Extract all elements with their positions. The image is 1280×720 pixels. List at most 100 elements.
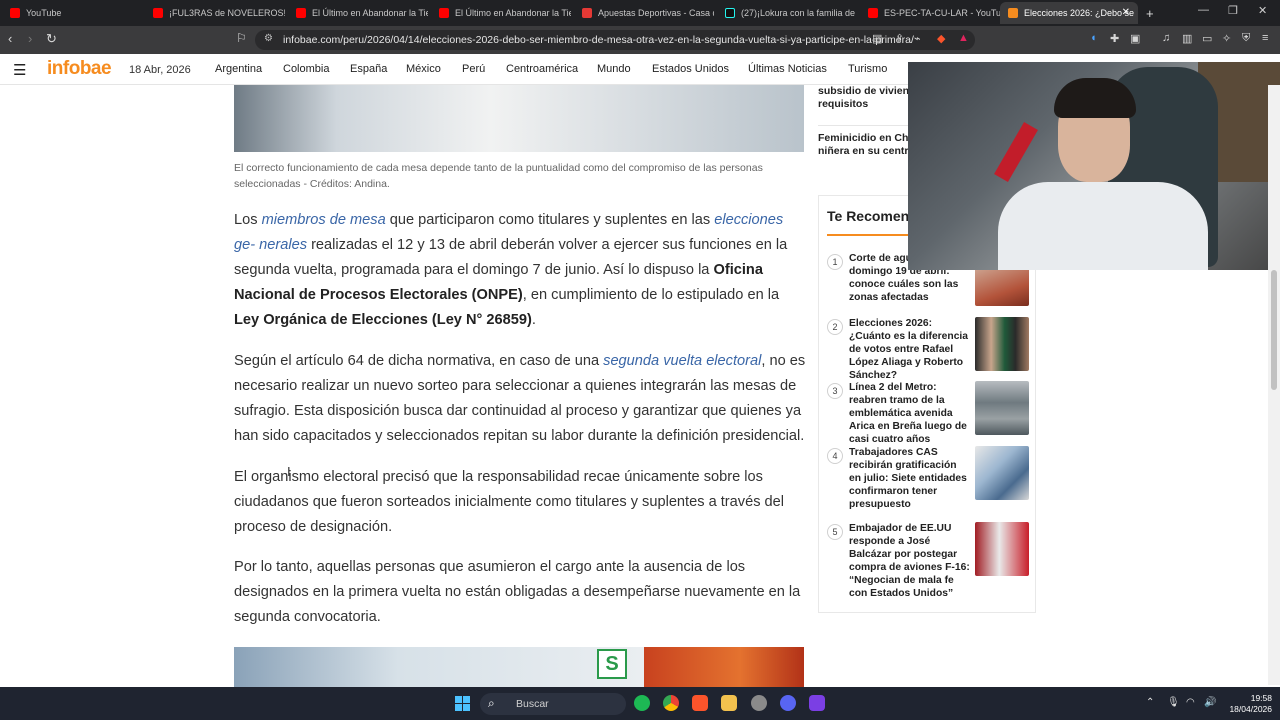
wallet-icon[interactable]: ▭ <box>1202 32 1212 45</box>
nav-peru[interactable]: Perú <box>462 63 485 75</box>
microphone-icon[interactable]: 🎙 <box>1167 697 1180 708</box>
tray-chevron-icon[interactable]: ⌃ <box>1146 697 1154 708</box>
nav-mundo[interactable]: Mundo <box>597 63 631 75</box>
recommendation-2[interactable]: 2 Elecciones 2026: ¿Cuánto es la diferen… <box>827 317 1031 381</box>
sidebar-item-feminicidio[interactable]: Feminicidio en Chi niñera en su centro <box>818 132 918 158</box>
restore-icon[interactable]: ❐ <box>1228 4 1238 17</box>
file-explorer-icon[interactable] <box>721 695 737 711</box>
spotify-icon[interactable] <box>634 695 650 711</box>
site-info-icon[interactable]: ⚙ <box>264 33 273 44</box>
brave-rewards-icon[interactable]: ▲ <box>958 32 969 44</box>
chrome-icon[interactable] <box>663 695 679 711</box>
recommendation-thumbnail[interactable] <box>975 381 1029 435</box>
recommendation-title[interactable]: Embajador de EE.UU responde a José Balcá… <box>849 522 971 600</box>
leo-ai-icon[interactable]: ✧ <box>1222 32 1231 45</box>
rank-badge: 5 <box>827 524 843 540</box>
tab-tiktok[interactable]: (27)¡Lokura con la familia de A <box>717 2 857 24</box>
app-grid-icon[interactable] <box>809 695 825 711</box>
forward-icon[interactable]: › <box>28 31 32 46</box>
browser-tab-strip: YouTube ¡FUL3RAS de NOVELEROS! El Último… <box>0 0 1280 26</box>
recommendations-title: Te Recomen <box>827 208 910 224</box>
nav-estados-unidos[interactable]: Estados Unidos <box>652 63 729 75</box>
youtube-icon <box>868 8 878 18</box>
speech-icon[interactable]: ◖ <box>1090 32 1097 44</box>
obs-icon[interactable] <box>751 695 767 711</box>
screenshot-icon[interactable]: ▣ <box>1130 32 1140 45</box>
minimize-icon[interactable]: — <box>1198 4 1209 16</box>
article-image-2: S <box>234 647 804 687</box>
bookmark-icon[interactable]: ⚐ <box>236 31 247 45</box>
extensions-icon[interactable]: ✚ <box>1110 32 1119 45</box>
tab-ultimo-1[interactable]: El Último en Abandonar la Tie <box>288 2 428 24</box>
close-tab-icon[interactable]: ✕ <box>1122 7 1130 18</box>
nav-turismo[interactable]: Turismo <box>848 63 887 75</box>
tiktok-icon <box>725 8 735 18</box>
close-window-icon[interactable]: ✕ <box>1258 4 1267 17</box>
url-bar[interactable]: ⚙ infobae.com/peru/2026/04/14/elecciones… <box>255 30 975 50</box>
vpn-icon[interactable]: ⛨ <box>1242 32 1250 45</box>
tab-fulteras[interactable]: ¡FUL3RAS de NOVELEROS! <box>145 2 285 24</box>
youtube-icon <box>296 8 306 18</box>
webcam-overlay <box>908 62 1280 270</box>
recommendation-title[interactable]: Elecciones 2026: ¿Cuánto es la diferenci… <box>849 317 971 382</box>
microphone <box>994 122 1038 182</box>
title-underline <box>827 234 917 236</box>
recommendation-4[interactable]: 4 Trabajadores CAS recibirán gratificaci… <box>827 446 1031 510</box>
scrollbar-thumb[interactable] <box>1271 270 1277 390</box>
hamburger-menu-icon[interactable]: ☰ <box>13 61 26 79</box>
nav-mexico[interactable]: México <box>406 63 441 75</box>
new-tab-button[interactable]: + <box>1142 2 1162 24</box>
rss-icon[interactable]: ⌁ <box>914 32 921 45</box>
address-toolbar: ‹ › ↻ ⚐ ⚙ infobae.com/peru/2026/04/14/el… <box>0 26 1280 54</box>
infobae-icon <box>1008 8 1018 18</box>
back-icon[interactable]: ‹ <box>8 31 12 46</box>
rank-badge: 3 <box>827 383 843 399</box>
article-paragraph-4: Por lo tanto, aquellas personas que asum… <box>234 559 801 625</box>
sidebar-item-subsidio[interactable]: subsidio de vivien requisitos <box>818 85 918 111</box>
link-segunda-vuelta[interactable]: segunda vuelta electoral <box>603 353 761 369</box>
recommendation-3[interactable]: 3 Línea 2 del Metro: reabren tramo de la… <box>827 381 1031 445</box>
rank-badge: 2 <box>827 319 843 335</box>
share-icon[interactable]: ⇪ <box>895 32 904 45</box>
reload-icon[interactable]: ↻ <box>46 31 57 47</box>
windows-start-icon[interactable] <box>455 696 470 711</box>
tab-apuestas[interactable]: Apuestas Deportivas - Casa de <box>574 2 714 24</box>
brave-icon[interactable] <box>692 695 708 711</box>
brave-shields-icon[interactable]: ◆ <box>937 32 945 45</box>
tab-ultimo-2[interactable]: El Último en Abandonar la Tie <box>431 2 571 24</box>
nav-colombia[interactable]: Colombia <box>283 63 329 75</box>
infobae-logo[interactable]: infobae <box>47 58 112 80</box>
nav-argentina[interactable]: Argentina <box>215 63 262 75</box>
reader-icon[interactable]: ▤ <box>872 32 882 45</box>
media-icon[interactable]: ♫ <box>1162 32 1170 44</box>
menu-icon[interactable]: ≡ <box>1262 32 1268 44</box>
recommendation-title[interactable]: Línea 2 del Metro: reabren tramo de la e… <box>849 381 971 446</box>
volume-icon[interactable]: 🔊 <box>1204 697 1216 708</box>
recommendation-thumbnail[interactable] <box>975 522 1029 576</box>
article-paragraph-2: Según el artículo 64 de dicha normativa,… <box>234 353 806 444</box>
sidebar-top-list: subsidio de vivien requisitos Feminicidi… <box>818 85 918 175</box>
article-image <box>234 85 804 152</box>
nav-centroamerica[interactable]: Centroamérica <box>506 63 578 75</box>
wifi-icon[interactable]: ◠ <box>1186 697 1195 708</box>
tab-youtube[interactable]: YouTube <box>2 2 142 24</box>
tab-infobae-active[interactable]: Elecciones 2026: ¿Debo se ✕ <box>1000 2 1138 24</box>
recommendation-5[interactable]: 5 Embajador de EE.UU responde a José Bal… <box>827 522 1031 599</box>
rank-badge: 4 <box>827 448 843 464</box>
sidebar-icon[interactable]: ▥ <box>1182 32 1192 45</box>
link-miembros-de-mesa[interactable]: miembros de mesa <box>262 212 386 228</box>
system-clock[interactable]: 19:58 18/04/2026 <box>1222 693 1272 715</box>
search-icon: ⌕ <box>488 696 495 710</box>
recommendation-thumbnail[interactable] <box>975 317 1029 371</box>
taskbar-search[interactable]: ⌕ Buscar <box>480 693 626 715</box>
tab-espectacular[interactable]: ES-PEC-TA-CU-LAR - YouTube <box>860 2 1000 24</box>
discord-icon[interactable] <box>780 695 796 711</box>
divider <box>818 125 918 126</box>
article-paragraph-3: El organismo electoral precisó que la re… <box>234 469 785 535</box>
nav-espana[interactable]: España <box>350 63 387 75</box>
nav-ultimas-noticias[interactable]: Últimas Noticias <box>748 63 827 75</box>
recommendation-title[interactable]: Trabajadores CAS recibirán gratificación… <box>849 446 971 511</box>
recommendation-thumbnail[interactable] <box>975 446 1029 500</box>
betting-site-icon <box>582 8 592 18</box>
windows-taskbar: ⌕ Buscar ⌃ 🎙 ◠ 🔊 19:58 18/04/2026 <box>0 687 1280 720</box>
